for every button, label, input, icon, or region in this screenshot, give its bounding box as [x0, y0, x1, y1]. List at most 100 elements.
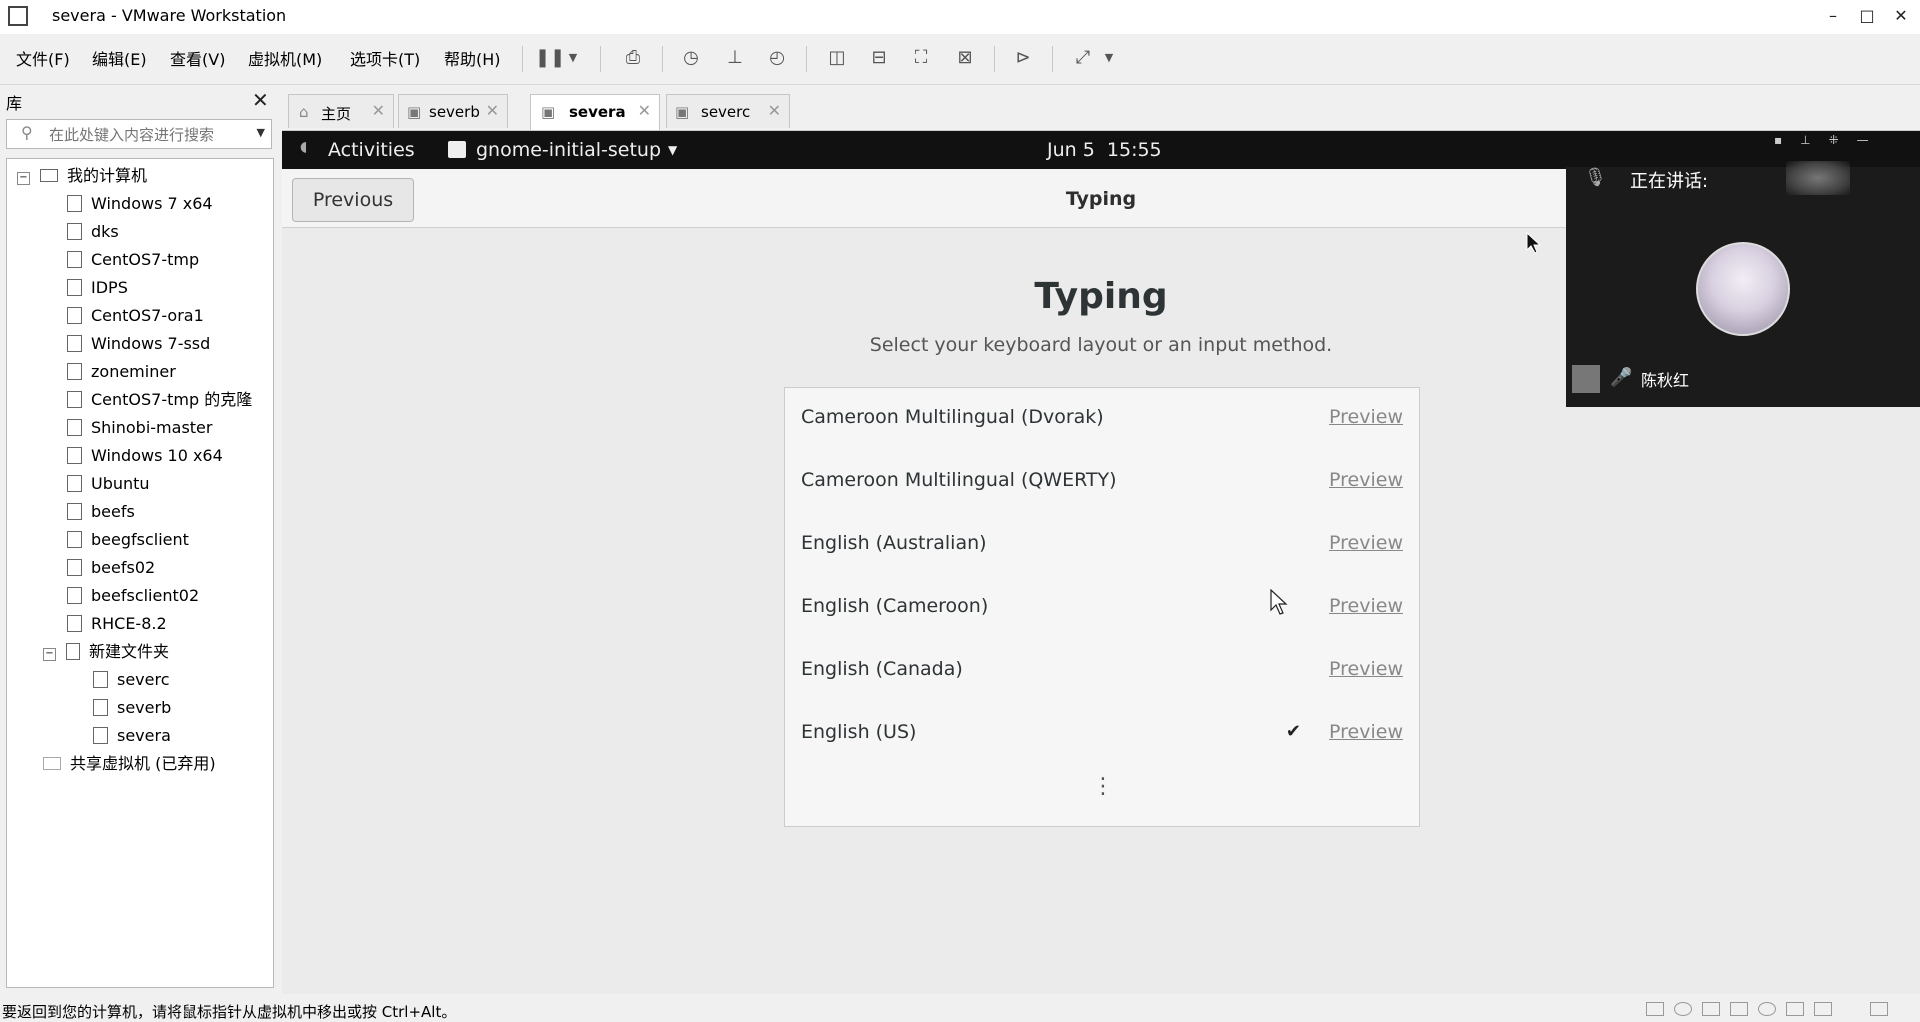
stretch-dropdown-icon[interactable]: ▼ — [1100, 43, 1118, 73]
menu-help[interactable]: 帮助(H) — [444, 46, 501, 70]
meeting-overlay[interactable]: 🎙 正在讲话: 🎤 陈秋红 — [1566, 161, 1920, 407]
speaker-indicator — [1786, 161, 1850, 195]
tree-item-vm[interactable]: RHCE-8.2 — [67, 611, 167, 637]
list-item[interactable]: Cameroon Multilingual (Dvorak) Preview — [785, 388, 1419, 450]
tree-item-vm[interactable]: Shinobi-master — [67, 415, 212, 441]
cd-dvd-icon[interactable] — [1674, 1002, 1692, 1016]
library-search-input[interactable] — [47, 124, 251, 146]
tree-item-shared[interactable]: 共享虚拟机 (已弃用) — [43, 751, 216, 777]
tree-item-vm[interactable]: Windows 10 x64 — [67, 443, 223, 469]
pause-dropdown-icon[interactable]: ▼ — [564, 43, 582, 73]
tree-item-vm[interactable]: beefsclient02 — [67, 583, 199, 609]
tree-item-vm[interactable]: zoneminer — [67, 359, 176, 385]
list-item[interactable]: English (Cameroon) Preview — [785, 577, 1419, 639]
snapshot-manager-icon[interactable]: ◴ — [762, 43, 792, 73]
keyboard-layout-list[interactable]: Cameroon Multilingual (Dvorak) Preview C… — [784, 387, 1420, 827]
collapse-icon[interactable]: − — [43, 648, 56, 661]
tree-item-vm[interactable]: IDPS — [67, 275, 128, 301]
list-item[interactable]: English (Canada) Preview — [785, 640, 1419, 702]
tree-item-vm[interactable]: severa — [93, 723, 171, 749]
tree-item-vm[interactable]: beefs02 — [67, 555, 155, 581]
avatar — [1696, 242, 1790, 336]
console-icon[interactable]: ⊳ — [1008, 43, 1038, 73]
usb-icon[interactable] — [1758, 1002, 1776, 1016]
unity-icon[interactable]: ⊠ — [950, 43, 980, 73]
tree-item-folder[interactable]: − 新建文件夹 — [43, 639, 169, 665]
menu-view[interactable]: 查看(V) — [170, 46, 225, 70]
tab-home[interactable]: ⌂ 主页 ✕ — [288, 94, 394, 128]
tab-close-icon[interactable]: ✕ — [768, 101, 781, 120]
activities-button[interactable]: Activities — [328, 139, 415, 161]
message-icon[interactable] — [1870, 1002, 1888, 1016]
maximize-button[interactable]: □ — [1852, 4, 1882, 28]
menu-tabs[interactable]: 选项卡(T) — [350, 46, 420, 70]
tree-item-vm[interactable]: Windows 7-ssd — [67, 331, 210, 357]
app-menu-arrow-icon[interactable]: ▼ — [668, 143, 677, 157]
vm-icon — [67, 195, 82, 212]
system-status-icons[interactable]: ▪⊥⁜— — [1774, 133, 1887, 147]
vm-icon — [67, 307, 82, 324]
revert-snapshot-icon[interactable]: ⊥ — [720, 43, 750, 73]
library-close-icon[interactable]: ✕ — [252, 88, 269, 112]
tree-item-vm[interactable]: Windows 7 x64 — [67, 191, 213, 217]
layout-name: English (Australian) — [801, 532, 987, 554]
vm-icon — [67, 475, 82, 492]
gnome-top-bar: ◖ Activities gnome-initial-setup ▼ Jun 5… — [282, 131, 1920, 169]
stretch-icon[interactable]: ⤢ — [1068, 43, 1098, 73]
minimize-button[interactable]: – — [1818, 4, 1848, 28]
library-search[interactable]: ⚲ ▼ — [6, 119, 272, 149]
tab-severc[interactable]: ▣ severc ✕ — [666, 94, 790, 128]
app-menu[interactable]: gnome-initial-setup — [476, 139, 661, 161]
preview-link[interactable]: Preview — [1329, 469, 1403, 491]
search-dropdown-icon[interactable]: ▼ — [257, 126, 265, 139]
tree-item-vm[interactable]: severc — [93, 667, 170, 693]
list-item[interactable]: English (Australian) Preview — [785, 514, 1419, 576]
tree-item-vm[interactable]: beegfsclient — [67, 527, 189, 553]
menu-edit[interactable]: 编辑(E) — [92, 46, 147, 70]
network-icon[interactable] — [1702, 1002, 1720, 1016]
more-options-icon[interactable]: ⋮ — [1092, 776, 1114, 798]
menu-vm[interactable]: 虚拟机(M) — [248, 46, 322, 70]
tree-item-vm[interactable]: severb — [93, 695, 171, 721]
thumbnail-view-icon[interactable]: ⊟ — [864, 43, 894, 73]
tab-close-icon[interactable]: ✕ — [372, 101, 385, 120]
display-icon[interactable] — [1786, 1002, 1804, 1016]
collapse-icon[interactable]: − — [17, 172, 30, 185]
preview-link[interactable]: Preview — [1329, 658, 1403, 680]
preview-link[interactable]: Preview — [1329, 532, 1403, 554]
library-view-icon[interactable]: ◫ — [822, 43, 852, 73]
tree-item-vm[interactable]: CentOS7-ora1 — [67, 303, 204, 329]
tab-close-icon[interactable]: ✕ — [486, 101, 499, 120]
tree-item-vm[interactable]: CentOS7-tmp 的克隆 — [67, 387, 252, 413]
vm-clone-icon — [67, 587, 82, 604]
preview-link[interactable]: Preview — [1329, 595, 1403, 617]
close-button[interactable]: ✕ — [1886, 4, 1916, 28]
full-screen-icon[interactable]: ⛶ — [906, 43, 936, 73]
list-item[interactable]: Cameroon Multilingual (QWERTY) Preview — [785, 451, 1419, 513]
tree-item-vm[interactable]: dks — [67, 219, 119, 245]
tree-item-vm[interactable]: beefs — [67, 499, 135, 525]
pause-icon[interactable]: ❚❚ — [534, 43, 565, 73]
clock[interactable]: Jun 5 15:55 — [1047, 139, 1162, 161]
printer-icon[interactable] — [1814, 1002, 1832, 1016]
tree-root-my-computer[interactable]: − 我的计算机 — [17, 163, 147, 189]
tab-severa[interactable]: ▣ severa ✕ — [530, 94, 660, 130]
preview-link[interactable]: Preview — [1329, 406, 1403, 428]
vm-icon — [67, 335, 82, 352]
hard-disk-icon[interactable] — [1646, 1002, 1664, 1016]
folder-icon — [66, 643, 80, 660]
preview-link[interactable]: Preview — [1329, 721, 1403, 743]
send-ctrl-alt-del-icon[interactable]: ⎙ — [618, 43, 648, 73]
menu-file[interactable]: 文件(F) — [16, 46, 70, 70]
tab-severb[interactable]: ▣ severb ✕ — [398, 94, 508, 128]
snapshot-icon[interactable]: ◷ — [676, 43, 706, 73]
tab-close-icon[interactable]: ✕ — [638, 101, 651, 120]
list-item[interactable]: English (US) ✔ Preview — [785, 703, 1419, 765]
vm-icon — [67, 223, 82, 240]
library-title: 库 — [6, 94, 23, 113]
vm-icon — [67, 363, 82, 380]
sound-icon[interactable] — [1730, 1002, 1748, 1016]
library-tree[interactable]: − 我的计算机 Windows 7 x64 dks CentOS7-tmp IDP… — [6, 158, 274, 988]
tree-item-vm[interactable]: CentOS7-tmp — [67, 247, 199, 273]
tree-item-vm[interactable]: Ubuntu — [67, 471, 150, 497]
